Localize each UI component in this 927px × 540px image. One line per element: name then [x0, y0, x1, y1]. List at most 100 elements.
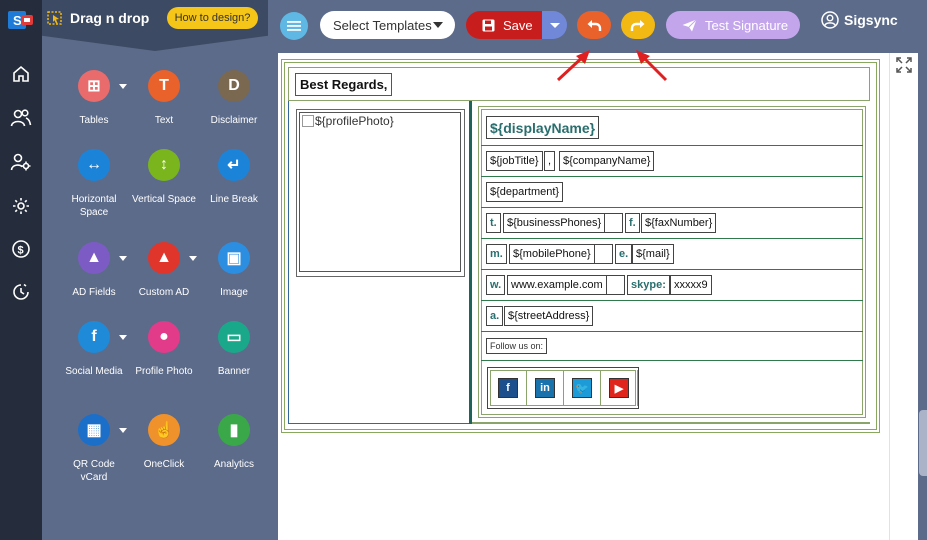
tool-text[interactable]: T Text [129, 70, 199, 127]
tool-label: Image [220, 287, 248, 298]
website-label[interactable]: w. [486, 275, 506, 295]
column-divider [469, 101, 472, 424]
mobile-phone-field[interactable]: ${mobilePhone} [509, 244, 595, 264]
right-panel-handle[interactable] [919, 410, 927, 476]
tool-vertical-space[interactable]: ↕ Vertical Space [129, 149, 199, 206]
greeting-text[interactable]: Best Regards, [295, 73, 393, 96]
twitter-icon[interactable]: 🐦 [572, 378, 592, 398]
fax-number-field[interactable]: ${faxNumber} [641, 213, 717, 233]
tool-profile-photo[interactable]: ● Profile Photo [129, 321, 199, 378]
tool-tables[interactable]: ⊞ Tables [59, 70, 129, 127]
caret-down-icon [433, 22, 443, 28]
undo-icon [587, 20, 602, 31]
tool-social-media[interactable]: f Social Media [59, 321, 129, 378]
canvas-scrollbar[interactable] [889, 53, 918, 540]
tool-label: Disclaimer [210, 115, 258, 126]
qr-code-vcard-icon: ▦ [78, 414, 110, 446]
business-phones-field[interactable]: ${businessPhones} [503, 213, 606, 233]
line-break-icon: ↵ [218, 149, 250, 181]
social-cell[interactable]: ▶ [601, 370, 638, 406]
skype-label[interactable]: skype: [627, 275, 670, 295]
tool-label: AD Fields [72, 287, 116, 298]
redo-button[interactable] [621, 11, 655, 39]
tool-qr-code-vcard[interactable]: ▦ QR Code vCard [59, 414, 129, 484]
save-label: Save [503, 17, 533, 33]
save-button[interactable]: Save [466, 11, 542, 39]
how-to-design-button[interactable]: How to design? [167, 7, 258, 29]
tool-ad-fields[interactable]: ▲ AD Fields [59, 242, 129, 299]
tool-image[interactable]: ▣ Image [199, 242, 269, 299]
svg-text:S: S [13, 13, 22, 28]
caret-down-icon[interactable] [119, 428, 127, 433]
row-divider [481, 331, 863, 332]
email-label[interactable]: e. [615, 244, 633, 264]
website-spacer[interactable] [606, 275, 625, 295]
skype-field[interactable]: xxxxx9 [670, 275, 712, 295]
youtube-icon[interactable]: ▶ [609, 378, 629, 398]
comma-separator[interactable]: , [544, 151, 556, 171]
text-icon: T [148, 70, 180, 102]
history-clock-icon[interactable] [5, 278, 37, 306]
banner-icon: ▭ [218, 321, 250, 353]
tool-label: Vertical Space [132, 194, 196, 205]
street-address-field[interactable]: ${streetAddress} [504, 306, 594, 326]
follow-us-label[interactable]: Follow us on: [486, 338, 548, 354]
tool-disclaimer[interactable]: D Disclaimer [199, 70, 269, 127]
tool-label: QR Code vCard [73, 459, 115, 483]
menu-toggle-button[interactable] [280, 12, 308, 40]
caret-down-icon[interactable] [189, 256, 197, 261]
users-icon[interactable] [5, 104, 37, 132]
row-divider [481, 269, 863, 270]
job-title-field[interactable]: ${jobTitle} [486, 151, 543, 171]
company-name-field[interactable]: ${companyName} [559, 151, 655, 171]
broken-image-icon [302, 115, 314, 127]
phone-label[interactable]: t. [486, 213, 501, 233]
home-icon[interactable] [5, 60, 37, 88]
tool-label: Analytics [213, 459, 254, 470]
user-account-menu[interactable]: Sigsync [821, 11, 898, 29]
mobile-label[interactable]: m. [486, 244, 507, 264]
caret-down-icon[interactable] [119, 256, 127, 261]
display-name-field[interactable]: ${displayName} [486, 116, 600, 139]
social-cell[interactable]: f [490, 370, 527, 406]
tool-custom-ad[interactable]: ▲ Custom AD [129, 242, 199, 299]
caret-down-icon[interactable] [119, 335, 127, 340]
phone-spacer[interactable] [604, 213, 623, 233]
billing-dollar-icon[interactable]: $ [5, 235, 37, 263]
mobile-spacer[interactable] [594, 244, 613, 264]
fax-label[interactable]: f. [625, 213, 640, 233]
mail-field[interactable]: ${mail} [632, 244, 674, 264]
custom-ad-icon: ▲ [148, 242, 180, 274]
settings-gear-icon[interactable] [5, 192, 37, 220]
select-templates-dropdown[interactable]: Select Templates [320, 11, 455, 39]
top-toolbar: Select Templates Save Test Signature Sig… [268, 0, 927, 50]
row-divider [481, 238, 863, 239]
test-signature-button[interactable]: Test Signature [666, 11, 800, 39]
svg-text:$: $ [18, 245, 24, 257]
social-cell[interactable]: in [527, 370, 564, 406]
save-options-dropdown[interactable] [542, 11, 567, 39]
address-label[interactable]: a. [486, 306, 504, 326]
facebook-icon[interactable]: f [498, 378, 518, 398]
info-column-bottom-border [472, 422, 870, 424]
user-settings-icon[interactable] [5, 148, 37, 176]
fullscreen-expand-icon[interactable] [896, 57, 912, 73]
element-panel: Drag n drop How to design? ⊞ Tables T Text D… [42, 0, 268, 540]
redo-icon [630, 20, 645, 31]
linkedin-icon[interactable]: in [535, 378, 555, 398]
tool-horizontal-space[interactable]: ↔ Horizontal Space [59, 149, 129, 219]
tool-line-break[interactable]: ↵ Line Break [199, 149, 269, 206]
send-plane-icon [682, 19, 697, 32]
social-cell[interactable]: 🐦 [564, 370, 601, 406]
tool-banner[interactable]: ▭ Banner [199, 321, 269, 378]
undo-button[interactable] [577, 11, 611, 39]
profile-photo-alt: ${profilePhoto} [315, 114, 394, 128]
drag-drop-icon [47, 8, 63, 26]
tool-oneclick[interactable]: ☝ OneClick [129, 414, 199, 471]
tool-analytics[interactable]: ▮ Analytics [199, 414, 269, 471]
website-field[interactable]: www.example.com [507, 275, 607, 295]
department-field[interactable]: ${department} [486, 182, 564, 202]
select-templates-label: Select Templates [333, 17, 432, 33]
profile-photo[interactable]: ${profilePhoto} [299, 112, 461, 272]
caret-down-icon[interactable] [119, 84, 127, 89]
